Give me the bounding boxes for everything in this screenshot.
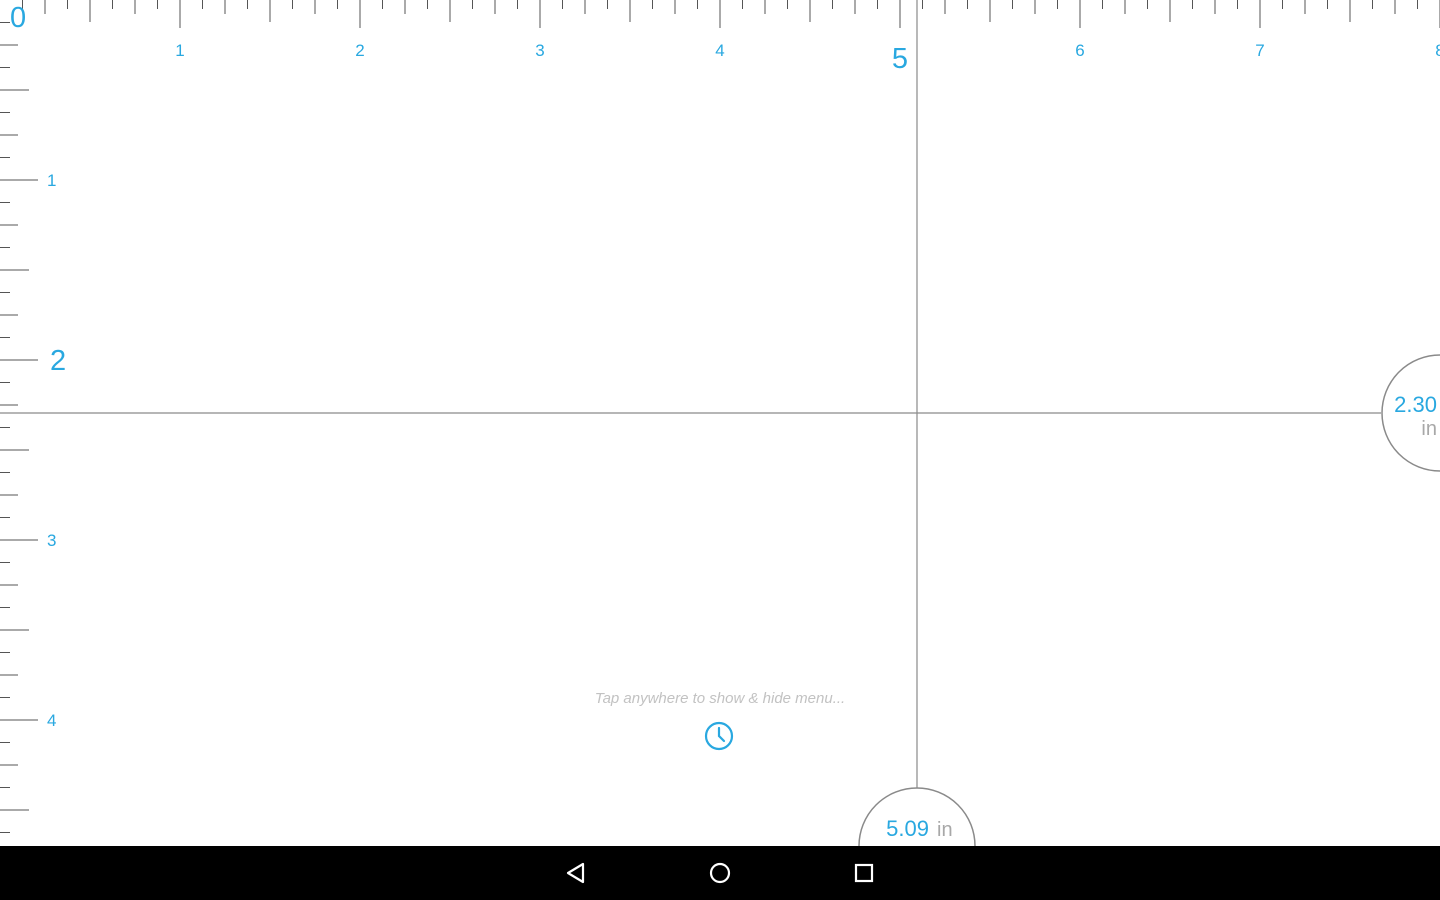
home-button[interactable] <box>705 858 735 888</box>
left-ruler-label: 2 <box>50 345 66 377</box>
top-ruler-label: 7 <box>1255 41 1264 60</box>
top-ruler-labels: 1 2 3 4 5 6 7 8 <box>175 41 1440 75</box>
top-ruler-label: 3 <box>535 41 544 60</box>
top-ruler-label: 4 <box>715 41 724 60</box>
horizontal-readout-value: 5.09 <box>886 816 929 841</box>
recents-square-icon <box>854 863 874 883</box>
vertical-readout-unit: in <box>1421 418 1437 440</box>
horizontal-measure-readout[interactable]: 5.09 in <box>858 787 976 846</box>
top-ruler-label: 5 <box>892 43 908 75</box>
horizontal-readout-unit: in <box>937 819 953 841</box>
vertical-measure-readout[interactable]: 2.30 in <box>1381 354 1440 472</box>
home-circle-icon <box>709 862 731 884</box>
history-button[interactable] <box>703 720 735 752</box>
top-ruler-label: 8 <box>1435 41 1440 60</box>
top-ruler-label: 2 <box>355 41 364 60</box>
top-ruler-label: 1 <box>175 41 184 60</box>
vertical-readout-value: 2.30 <box>1394 392 1437 417</box>
origin-label: 0 <box>10 2 26 34</box>
back-triangle-icon <box>566 862 585 884</box>
top-ruler-ticks <box>22 0 1440 28</box>
left-ruler-labels: 1 2 3 4 <box>47 171 66 730</box>
menu-hint-text: Tap anywhere to show & hide menu... <box>594 690 846 707</box>
left-ruler-label: 1 <box>47 171 56 190</box>
left-ruler-label: 4 <box>47 711 56 730</box>
recents-button[interactable] <box>849 858 879 888</box>
left-ruler-ticks <box>0 22 38 833</box>
ruler-canvas[interactable]: 1 2 3 4 5 6 7 8 1 2 3 4 0 5.09 in 2.30 in Tap anyw… <box>0 0 1440 846</box>
top-ruler-label: 6 <box>1075 41 1084 60</box>
clock-icon <box>704 721 734 751</box>
ruler-app: 1 2 3 4 5 6 7 8 1 2 3 4 0 5.09 in 2.30 in Tap anyw… <box>0 0 1440 900</box>
left-ruler-label: 3 <box>47 531 56 550</box>
system-navigation-bar <box>0 846 1440 900</box>
back-button[interactable] <box>561 858 591 888</box>
